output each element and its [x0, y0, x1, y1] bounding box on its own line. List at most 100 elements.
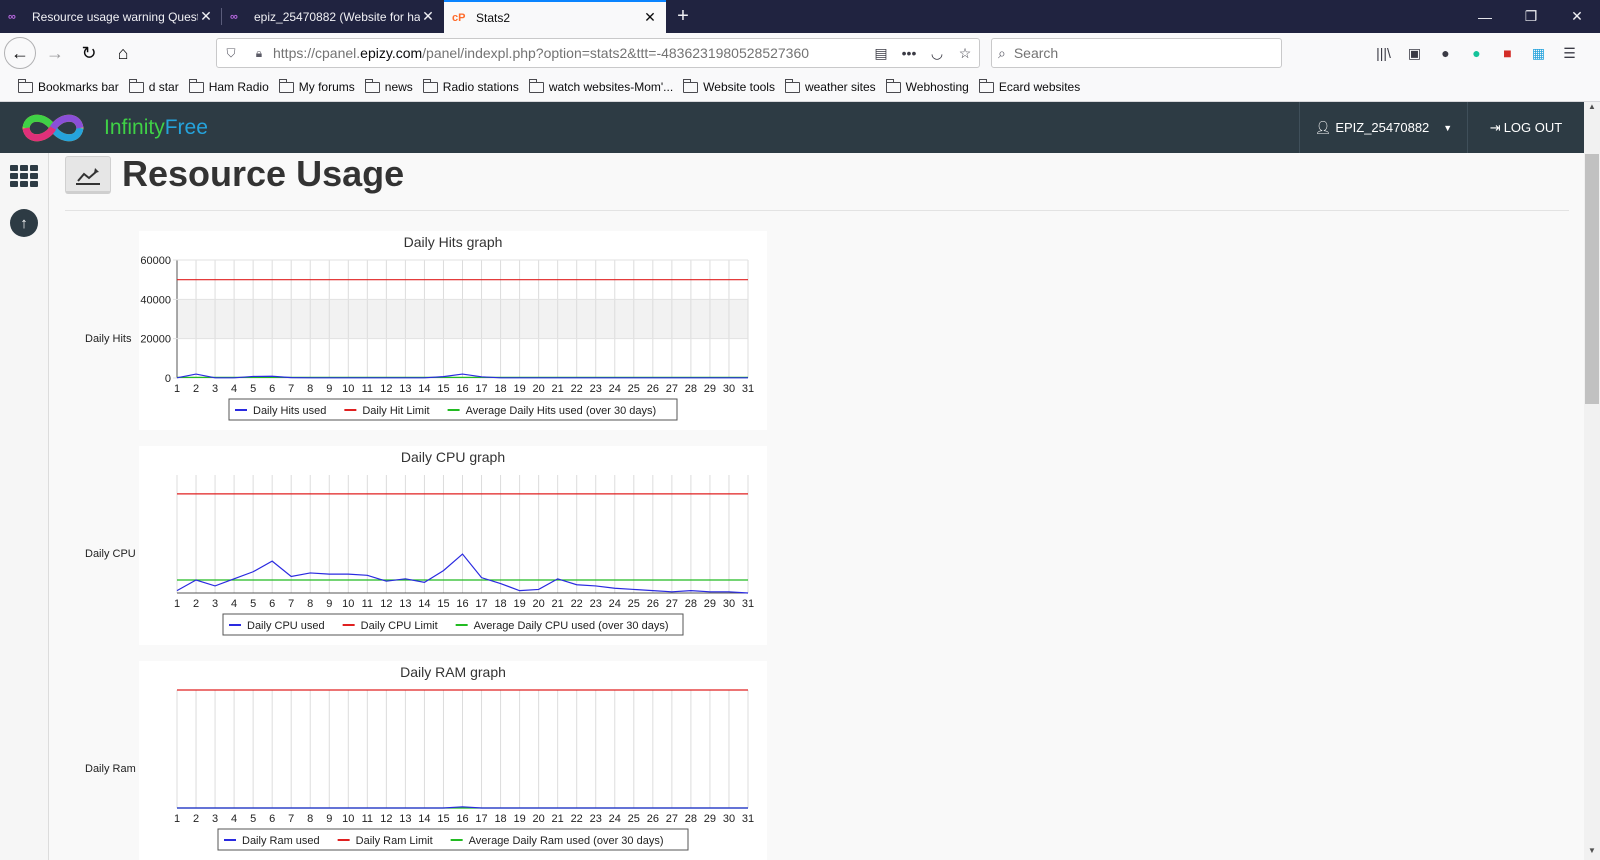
bookmark-folder[interactable]: weather sites — [784, 78, 876, 94]
x-tick-label: 16 — [456, 383, 468, 395]
x-tick-label: 19 — [513, 813, 525, 825]
menu-icon[interactable]: ☰ — [1554, 38, 1585, 68]
bookmark-folder[interactable]: d star — [128, 78, 179, 94]
grammarly-icon[interactable]: ● — [1461, 38, 1492, 68]
x-tick-label: 15 — [437, 813, 449, 825]
logout-button[interactable]: ⇥ LOG OUT — [1467, 102, 1584, 153]
x-tick-label: 2 — [193, 598, 199, 610]
x-tick-label: 24 — [609, 813, 621, 825]
folder-icon — [18, 78, 33, 93]
tab-epiz-website[interactable]: ∞ epiz_25470882 (Website for ham ✕ — [222, 0, 444, 33]
bookmark-folder[interactable]: Website tools — [683, 78, 775, 94]
close-icon[interactable]: ✕ — [642, 9, 658, 26]
sign-out-icon: ⇥ — [1489, 119, 1501, 135]
y-tick-label: 60000 — [140, 255, 171, 267]
close-icon[interactable]: ✕ — [198, 8, 214, 25]
x-tick-label: 19 — [513, 598, 525, 610]
x-tick-label: 1 — [174, 813, 180, 825]
x-tick-label: 14 — [418, 598, 430, 610]
x-tick-label: 18 — [494, 383, 506, 395]
shield-icon[interactable]: ⛉ — [217, 46, 245, 61]
scroll-down-icon[interactable]: ▼ — [1584, 846, 1600, 860]
account-icon[interactable]: ● — [1430, 38, 1461, 68]
x-tick-label: 21 — [552, 813, 564, 825]
new-tab-button[interactable]: + — [666, 0, 700, 33]
lock-icon[interactable]: 🔒︎ — [245, 46, 273, 61]
legend-label: Daily Hits used — [253, 405, 326, 417]
x-tick-label: 31 — [742, 383, 754, 395]
bookmark-folder[interactable]: Radio stations — [422, 78, 519, 94]
scroll-up-icon[interactable]: ▲ — [1584, 102, 1600, 116]
bookmark-folder[interactable]: Bookmarks bar — [18, 78, 119, 94]
reload-icon[interactable]: ↻ — [74, 38, 104, 68]
vertical-scrollbar[interactable]: ▲ ▼ — [1584, 102, 1600, 860]
tab-resource-usage-warning[interactable]: ∞ Resource usage warning Questi ✕ — [0, 0, 222, 33]
close-icon[interactable]: ✕ — [420, 8, 436, 25]
x-tick-label: 28 — [685, 813, 697, 825]
folder-icon — [683, 78, 699, 93]
legend-label: Daily Hit Limit — [362, 405, 429, 417]
url-text[interactable]: https://cpanel.epizy.com/panel/indexpl.p… — [273, 45, 867, 61]
infinity-icon: ∞ — [8, 10, 16, 23]
lastpass-icon[interactable]: ■ — [1492, 38, 1523, 68]
sidebar-toggle-icon[interactable]: ▣ — [1399, 38, 1430, 68]
x-tick-label: 9 — [326, 383, 332, 395]
brand-name[interactable]: InfinityFree — [104, 116, 208, 140]
bookmark-folder[interactable]: Ham Radio — [188, 78, 269, 94]
url-bar[interactable]: ⛉ 🔒︎ https://cpanel.epizy.com/panel/inde… — [216, 38, 980, 68]
x-tick-label: 22 — [571, 383, 583, 395]
search-input[interactable]: ⌕ Search — [991, 38, 1282, 68]
infinityfree-logo[interactable] — [18, 108, 88, 148]
x-tick-label: 8 — [307, 813, 313, 825]
chart-title: Daily RAM graph — [400, 664, 506, 680]
x-tick-label: 26 — [647, 383, 659, 395]
x-tick-label: 17 — [475, 813, 487, 825]
infinity-icon: ∞ — [230, 10, 238, 23]
x-tick-label: 21 — [552, 383, 564, 395]
window-close-icon[interactable]: ✕ — [1554, 0, 1600, 33]
restore-icon[interactable]: ❐ — [1508, 0, 1554, 33]
apps-grid-icon[interactable] — [10, 165, 38, 187]
back-arrow-icon[interactable]: ← — [4, 37, 36, 69]
folder-icon — [885, 78, 901, 93]
legend-label: Average Daily CPU used (over 30 days) — [474, 620, 669, 632]
user-icon: 👤︎ — [1314, 119, 1332, 135]
tab-stats2[interactable]: cP Stats2 ✕ — [444, 0, 666, 33]
star-icon[interactable]: ☆ — [951, 45, 979, 62]
x-tick-label: 2 — [193, 383, 199, 395]
legend-label: Daily Ram Limit — [356, 835, 433, 847]
x-tick-label: 17 — [475, 383, 487, 395]
user-menu[interactable]: 👤︎ EPIZ_25470882 ▼ — [1299, 102, 1467, 153]
minimize-icon[interactable]: — — [1462, 0, 1508, 33]
chart-ylabel: Daily Ram — [85, 763, 136, 775]
more-actions-icon[interactable]: ••• — [895, 45, 923, 61]
bookmark-folder[interactable]: Webhosting — [885, 78, 969, 94]
forward-arrow-icon[interactable]: → — [40, 38, 70, 68]
bookmark-folder[interactable]: Ecard websites — [978, 78, 1080, 94]
scrollbar-thumb[interactable] — [1585, 154, 1599, 404]
x-tick-label: 2 — [193, 813, 199, 825]
legend-label: Daily CPU Limit — [361, 620, 438, 632]
folder-icon — [978, 78, 994, 93]
home-icon[interactable]: ⌂ — [108, 38, 138, 68]
bookmark-folder[interactable]: My forums — [278, 78, 355, 94]
x-tick-label: 7 — [288, 813, 294, 825]
folder-icon — [128, 78, 144, 93]
x-tick-label: 28 — [685, 598, 697, 610]
bookmark-folder[interactable]: watch websites-Mom'... — [528, 78, 673, 94]
x-tick-label: 14 — [418, 813, 430, 825]
navigation-bar: ← → ↻ ⌂ ⛉ 🔒︎ https://cpanel.epizy.com/pa… — [0, 33, 1600, 73]
upload-icon[interactable]: ↑ — [10, 209, 38, 237]
folder-icon — [364, 78, 380, 93]
x-tick-label: 8 — [307, 383, 313, 395]
divider — [65, 210, 1569, 211]
tab-strip: ∞ Resource usage warning Questi ✕ ∞ epiz… — [0, 0, 1600, 33]
x-tick-label: 5 — [250, 813, 256, 825]
library-icon[interactable]: |||\ — [1368, 38, 1399, 68]
reader-view-icon[interactable]: ▤ — [867, 45, 895, 62]
x-tick-label: 16 — [456, 813, 468, 825]
extensions-icon[interactable]: ▦ — [1523, 38, 1554, 68]
pocket-icon[interactable]: ◡ — [923, 45, 951, 62]
x-tick-label: 7 — [288, 598, 294, 610]
bookmark-folder[interactable]: news — [364, 78, 413, 94]
